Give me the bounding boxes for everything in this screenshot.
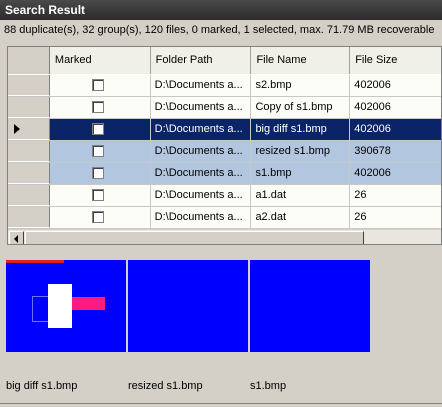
folder-path-cell: D:\Documents a... [150, 163, 252, 184]
table-row[interactable]: D:\Documents a... s1.bmp 402006 [8, 163, 441, 185]
preview-white-shape [48, 284, 72, 328]
folder-path-cell: D:\Documents a... [150, 119, 252, 140]
marked-cell [49, 141, 151, 162]
row-header[interactable] [8, 207, 50, 228]
file-size-cell: 402006 [350, 119, 441, 140]
mark-checkbox[interactable] [91, 123, 104, 135]
panel-title: Search Result [0, 0, 442, 20]
grid-header: Marked Folder Path File Name File Size [8, 47, 441, 74]
file-size-cell: 402006 [350, 163, 441, 184]
results-grid[interactable]: Marked Folder Path File Name File Size D… [7, 46, 442, 245]
search-summary: 88 duplicate(s), 32 group(s), 120 files,… [4, 24, 435, 36]
table-row[interactable]: D:\Documents a... a2.dat 26 [8, 207, 441, 229]
scroll-left-button[interactable] [9, 231, 24, 244]
marked-cell [49, 207, 151, 228]
row-header[interactable] [8, 185, 50, 206]
mark-checkbox[interactable] [91, 101, 104, 113]
preview-caption: s1.bmp [250, 380, 287, 392]
preview-thumbnail[interactable] [6, 260, 126, 352]
file-name-cell: resized s1.bmp [251, 141, 351, 162]
row-header[interactable] [8, 141, 50, 162]
preview-caption: big diff s1.bmp [6, 380, 78, 392]
preview-red-strip [6, 260, 64, 263]
marked-cell [49, 119, 151, 140]
column-header-file-size[interactable]: File Size [350, 47, 441, 74]
row-header[interactable] [8, 97, 50, 118]
row-header[interactable] [8, 75, 50, 96]
row-header[interactable] [8, 163, 50, 184]
file-size-cell: 26 [350, 207, 441, 228]
table-row[interactable]: D:\Documents a... s2.bmp 402006 [8, 75, 441, 97]
row-header[interactable] [8, 119, 50, 140]
table-row-selected[interactable]: D:\Documents a... big diff s1.bmp 402006 [8, 119, 441, 141]
folder-path-cell: D:\Documents a... [150, 207, 252, 228]
table-row[interactable]: D:\Documents a... resized s1.bmp 390678 [8, 141, 441, 163]
arrow-left-icon [14, 235, 18, 243]
file-size-cell: 402006 [350, 97, 441, 118]
current-row-pointer-icon [14, 124, 20, 134]
preview-thumbnail[interactable] [128, 260, 248, 352]
mark-checkbox[interactable] [91, 211, 104, 223]
preview-caption: resized s1.bmp [128, 380, 203, 392]
mark-checkbox[interactable] [91, 189, 104, 201]
file-name-cell: a1.dat [251, 185, 351, 206]
folder-path-cell: D:\Documents a... [150, 141, 252, 162]
grid-rows: D:\Documents a... s2.bmp 402006 D:\Docum… [8, 75, 441, 229]
file-size-cell: 390678 [350, 141, 441, 162]
folder-path-cell: D:\Documents a... [150, 75, 252, 96]
preview-pink-shape [72, 297, 105, 310]
marked-cell [49, 163, 151, 184]
mark-checkbox[interactable] [91, 79, 104, 91]
marked-cell [49, 97, 151, 118]
marked-cell [49, 75, 151, 96]
marked-cell [49, 185, 151, 206]
column-header-marked[interactable]: Marked [49, 47, 151, 74]
file-name-cell: s1.bmp [251, 163, 351, 184]
table-row[interactable]: D:\Documents a... a1.dat 26 [8, 185, 441, 207]
table-row[interactable]: D:\Documents a... Copy of s1.bmp 402006 [8, 97, 441, 119]
row-header-corner [8, 47, 50, 74]
mark-checkbox[interactable] [91, 145, 104, 157]
file-size-cell: 26 [350, 185, 441, 206]
column-header-file-name[interactable]: File Name [251, 47, 351, 74]
file-name-cell: s2.bmp [251, 75, 351, 96]
divider [0, 403, 442, 404]
file-name-cell: big diff s1.bmp [251, 119, 351, 140]
horizontal-scrollbar[interactable] [8, 229, 441, 244]
file-size-cell: 402006 [350, 75, 441, 96]
mark-checkbox[interactable] [91, 167, 104, 179]
scrollbar-thumb[interactable] [25, 231, 364, 244]
file-name-cell: a2.dat [251, 207, 351, 228]
preview-thumbnail[interactable] [250, 260, 370, 352]
folder-path-cell: D:\Documents a... [150, 185, 252, 206]
folder-path-cell: D:\Documents a... [150, 97, 252, 118]
file-name-cell: Copy of s1.bmp [251, 97, 351, 118]
column-header-folder-path[interactable]: Folder Path [150, 47, 252, 74]
